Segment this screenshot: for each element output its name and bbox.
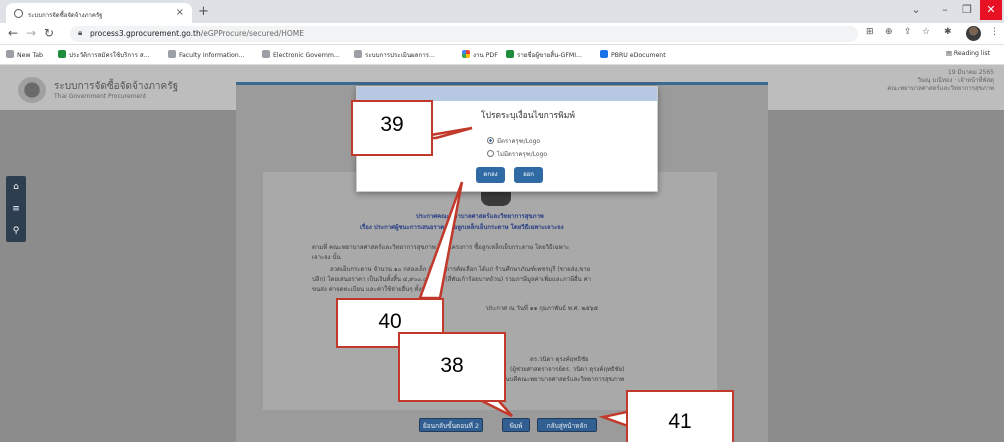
radio-with-logo[interactable]: มีตราครุฑ/Logo [487, 136, 540, 146]
back-home-button[interactable]: กลับสู่หน้าหลัก [537, 418, 597, 432]
user-agency: คณะพยาบาลศาสตร์และวิทยาการสุขภาพ [887, 85, 994, 92]
tab-title: ระบบการจัดซื้อจัดจ้างภาครัฐ [28, 12, 103, 19]
site-subtitle: Thai Government Procurement [54, 93, 147, 100]
bookmark-item[interactable]: ระบบการประเมินผลการ... [354, 50, 435, 60]
cancel-button[interactable]: ออก [514, 167, 543, 183]
reload-icon[interactable]: ↻ [44, 26, 54, 40]
sheets-icon [58, 50, 66, 58]
current-date: 19 มีนาคม 2565 [947, 69, 994, 76]
reading-list-icon: ▤ [946, 50, 954, 57]
back-step-button[interactable]: ย้อนกลับขั้นตอนที่ 2 [419, 418, 483, 432]
bookmark-item[interactable]: รายชื่อผู้ขายสิ้น-GFMI... [506, 50, 582, 60]
extensions-icon[interactable]: ✱ [944, 27, 952, 37]
globe-icon [354, 50, 362, 58]
callout-38: 38 [398, 332, 506, 402]
close-window-button[interactable]: ✕ [980, 0, 1002, 20]
close-tab-icon[interactable]: × [176, 7, 184, 18]
url-path: /eGPProcure/secured/HOME [200, 29, 305, 38]
forward-arrow-icon[interactable]: → [26, 26, 36, 40]
globe-icon [6, 50, 14, 58]
menu-icon[interactable]: ≡ [6, 198, 26, 220]
doc-paragraph: เจาะจง นั้น [312, 254, 341, 261]
dialog-title: โปรดระบุเงื่อนไขการพิมพ์ [481, 111, 575, 121]
translate-icon[interactable]: ⊞ [866, 27, 874, 37]
sheets-icon [506, 50, 514, 58]
print-button[interactable]: พิมพ์ [502, 418, 530, 432]
search-icon[interactable]: ⚲ [6, 220, 26, 242]
bookmark-item[interactable]: Electronic Governm... [262, 50, 340, 59]
callout-41: 41 [626, 390, 734, 442]
share-icon[interactable]: ⇪ [904, 27, 912, 37]
site-title: ระบบการจัดซื้อจัดจ้างภาครัฐ [54, 81, 179, 92]
maximize-button[interactable]: ❐ [956, 0, 978, 20]
bookmark-item[interactable]: ประวัติการสมัครใช้บริการ ส... [58, 50, 150, 60]
back-arrow-icon[interactable]: ← [8, 26, 18, 40]
bookmark-item[interactable]: New Tab [6, 50, 43, 59]
dialog-header [357, 87, 657, 101]
new-tab-button[interactable]: + [198, 4, 209, 19]
tab-search-icon[interactable]: ⌄ [905, 0, 927, 20]
radio-unchecked-icon [487, 150, 494, 157]
callout-39: 39 [351, 100, 433, 156]
globe-icon [14, 9, 23, 18]
doc-heading: ประกาศคณะพยาบาลศาสตร์และวิทยาการสุขภาพ [416, 213, 544, 220]
signer-fullname: (ผู้ช่วยศาสตราจารย์ดร. วนิดา ดุรงค์ฤทธิช… [510, 366, 625, 373]
url-field[interactable]: 🔒︎ process3.gprocurement.go.th/eGPProcur… [70, 26, 858, 42]
doc-icon [600, 50, 608, 58]
reading-list-button[interactable]: ▤ Reading list [946, 50, 990, 57]
address-bar: ← → ↻ 🔒︎ process3.gprocurement.go.th/eGP… [0, 23, 1004, 45]
browser-tab[interactable]: ระบบการจัดซื้อจัดจ้างภาครัฐ × [6, 3, 192, 23]
doc-paragraph: ขนส่ง ค่าจดทะเบียน และค่าใช้จ่ายอื่นๆ ทั… [312, 286, 432, 293]
government-logo-icon [18, 77, 46, 103]
minimize-button[interactable]: – [934, 0, 956, 20]
doc-paragraph: ตามที่ คณะพยาบาลศาสตร์และวิทยาการสุขภาพ … [312, 244, 570, 251]
lock-icon: 🔒︎ [78, 28, 83, 37]
side-nav: ⌂ ≡ ⚲ [6, 176, 26, 242]
user-name: วิษณุ มณีทอง · เจ้าหน้าที่พัสดุ [917, 77, 994, 84]
radio-without-logo[interactable]: ไม่มีตราครุฑ/Logo [487, 149, 547, 159]
doc-paragraph: ปลีก) โดยเสนอราคา เป็นเงินทั้งสิ้น ๔,๙๐๐… [312, 276, 592, 283]
signer-name: ดร.วนิดา ดุรงค์ฤทธิชัย [530, 356, 589, 363]
bookmark-item[interactable]: PBRU eDocument [600, 50, 666, 59]
globe-icon [262, 50, 270, 58]
screenshot-root: ระบบการจัดซื้อจัดจ้างภาครัฐ × + ⌄ – ❐ ✕ … [0, 0, 1004, 442]
ok-button[interactable]: ตกลง [476, 167, 505, 183]
browser-tab-strip: ระบบการจัดซื้อจัดจ้างภาครัฐ × + ⌄ – ❐ ✕ [0, 0, 1004, 23]
profile-avatar[interactable] [966, 26, 981, 41]
bookmark-item[interactable]: Faculty Information... [168, 50, 245, 59]
doc-subject: เรื่อง ประกาศผู้ชนะการเสนอราคา ซื้อลูกเห… [360, 224, 564, 231]
user-info: 19 มีนาคม 2565 วิษณุ มณีทอง · เจ้าหน้าที… [887, 69, 994, 93]
signer-position: คณบดีคณะพยาบาลศาสตร์และวิทยาการสุขภาพ [500, 376, 624, 383]
home-icon[interactable]: ⌂ [6, 176, 26, 198]
url-host: process3.gprocurement.go.th [90, 29, 201, 38]
bookmark-star-icon[interactable]: ☆ [922, 27, 930, 37]
doc-paragraph: ลวดเย็บกระดาษ จำนวน ๑๐ กล่องเล็ก ผู้ได้ร… [330, 266, 591, 273]
zoom-icon[interactable]: ⊕ [885, 27, 893, 37]
drive-icon [462, 50, 470, 58]
radio-checked-icon [487, 137, 494, 144]
bookmarks-bar: New Tab ประวัติการสมัครใช้บริการ ส... Fa… [0, 45, 1004, 65]
globe-icon [168, 50, 176, 58]
bookmark-item[interactable]: งาน PDF [462, 50, 498, 60]
doc-date: ประกาศ ณ วันที่ ๑๑ กุมภาพันธ์ พ.ศ. ๒๕๖๕ [486, 305, 599, 312]
menu-kebab-icon[interactable]: ⋮ [990, 27, 999, 37]
